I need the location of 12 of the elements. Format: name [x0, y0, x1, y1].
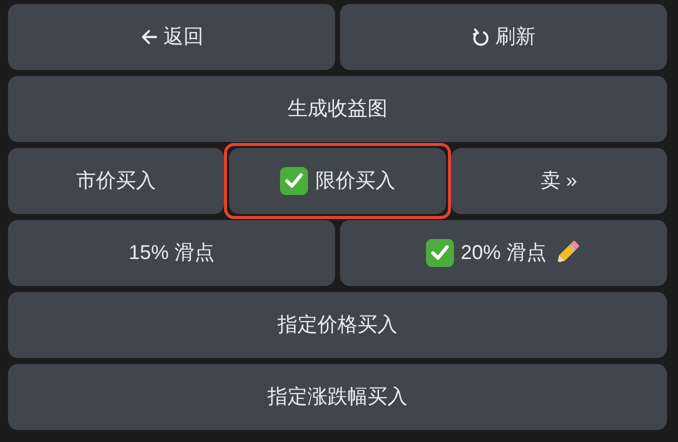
keyboard-button[interactable]: 20% 滑点 [340, 220, 667, 286]
keyboard-button[interactable]: 生成收益图 [8, 76, 667, 142]
keyboard-button[interactable]: 15% 滑点 [8, 220, 335, 286]
keyboard-button[interactable]: 市价买入 [8, 148, 224, 214]
back-arrow-icon [140, 28, 158, 46]
keyboard-button[interactable]: 限价买入 [229, 148, 446, 214]
keyboard-button[interactable]: 指定价格买入 [8, 292, 667, 358]
keyboard-button[interactable]: 卖 » [450, 148, 667, 214]
keyboard-button[interactable]: 返回 [8, 4, 335, 70]
keyboard-button[interactable]: 指定涨跌幅买入 [8, 364, 667, 430]
refresh-icon [472, 27, 490, 47]
keyboard-button[interactable]: 刷新 [340, 4, 667, 70]
